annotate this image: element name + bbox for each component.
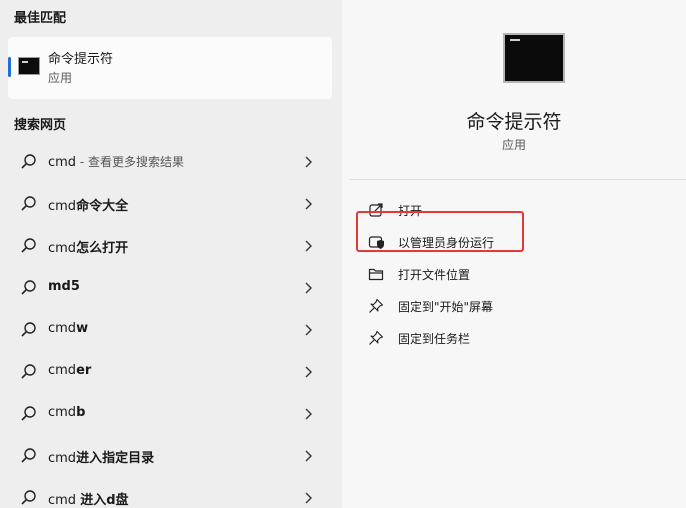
chevron-right-icon (305, 408, 312, 420)
chevron-right-icon (305, 492, 312, 504)
action-label: 打开 (398, 204, 423, 218)
chevron-right-icon (305, 240, 312, 252)
chevron-right-icon (305, 282, 312, 294)
chevron-right-icon (305, 198, 312, 210)
best-match-type: 应用 (48, 71, 73, 85)
chevron-right-icon (305, 450, 312, 462)
best-match-item[interactable]: 命令提示符 应用 (8, 37, 332, 99)
chevron-right-icon (305, 366, 312, 378)
details-panel: 命令提示符 应用 打开 以管理员身份运行 打开文件位置 固定到"开始"屏幕 固定… (342, 0, 686, 508)
search-icon (21, 448, 36, 463)
search-icon (21, 406, 36, 421)
start-search-window: 最佳匹配 命令提示符 应用 搜索网页 cmd - 查看更多搜索结果 cmd命令大… (0, 0, 686, 508)
web-result-text: cmdb (48, 405, 86, 420)
search-icon (21, 322, 36, 337)
app-type: 应用 (501, 138, 526, 152)
action-pin-to-taskbar[interactable]: 固定到任务栏 (342, 326, 686, 352)
search-icon (21, 196, 36, 211)
search-icon (21, 490, 36, 505)
action-label: 打开文件位置 (398, 268, 471, 282)
search-icon (21, 364, 36, 379)
search-icon (21, 280, 36, 295)
search-icon (21, 238, 36, 253)
web-result-row[interactable]: cmd进入指定目录 (0, 435, 342, 477)
web-result-text: md5 (48, 279, 80, 294)
web-result-row[interactable]: cmd命令大全 (0, 183, 342, 225)
web-result-row[interactable]: md5 (0, 267, 342, 309)
web-result-row[interactable]: cmd怎么打开 (0, 225, 342, 267)
command-prompt-icon (503, 33, 565, 83)
command-prompt-icon (18, 57, 40, 75)
action-open[interactable]: 打开 (342, 198, 686, 224)
web-result-text: cmd怎么打开 (48, 241, 129, 256)
action-open-file-location[interactable]: 打开文件位置 (342, 262, 686, 288)
web-result-text: cmd进入指定目录 (48, 451, 155, 466)
action-label: 固定到任务栏 (398, 332, 471, 346)
pin-icon (369, 298, 384, 313)
chevron-right-icon (305, 324, 312, 336)
web-result-text: cmder (48, 363, 92, 378)
web-result-row[interactable]: cmd - 查看更多搜索结果 (0, 141, 342, 183)
web-result-row[interactable]: cmdb (0, 393, 342, 435)
chevron-right-icon (305, 156, 312, 168)
folder-icon (368, 268, 384, 281)
web-result-text: cmdw (48, 321, 89, 336)
divider (350, 179, 686, 180)
pin-icon (369, 330, 384, 345)
web-result-text: cmd命令大全 (48, 199, 129, 214)
action-label: 以管理员身份运行 (398, 236, 495, 250)
best-match-name: 命令提示符 (48, 52, 114, 67)
search-icon (21, 154, 36, 169)
best-match-heading: 最佳匹配 (14, 11, 67, 26)
action-pin-to-start[interactable]: 固定到"开始"屏幕 (342, 294, 686, 320)
results-panel: 最佳匹配 命令提示符 应用 搜索网页 cmd - 查看更多搜索结果 cmd命令大… (0, 0, 342, 508)
run-as-admin-shield-icon (368, 236, 384, 249)
web-result-row[interactable]: cmder (0, 351, 342, 393)
web-result-text: cmd - 查看更多搜索结果 (48, 155, 185, 170)
selection-indicator (8, 57, 11, 77)
web-result-text: cmd 进入d盘 (48, 493, 129, 508)
app-title: 命令提示符 (466, 111, 562, 133)
web-result-row[interactable]: cmdw (0, 309, 342, 351)
open-external-icon (369, 203, 383, 217)
web-result-row[interactable]: cmd 进入d盘 (0, 477, 342, 508)
web-search-heading: 搜索网页 (14, 118, 67, 133)
action-label: 固定到"开始"屏幕 (398, 300, 494, 314)
action-run-as-admin[interactable]: 以管理员身份运行 (342, 230, 686, 256)
